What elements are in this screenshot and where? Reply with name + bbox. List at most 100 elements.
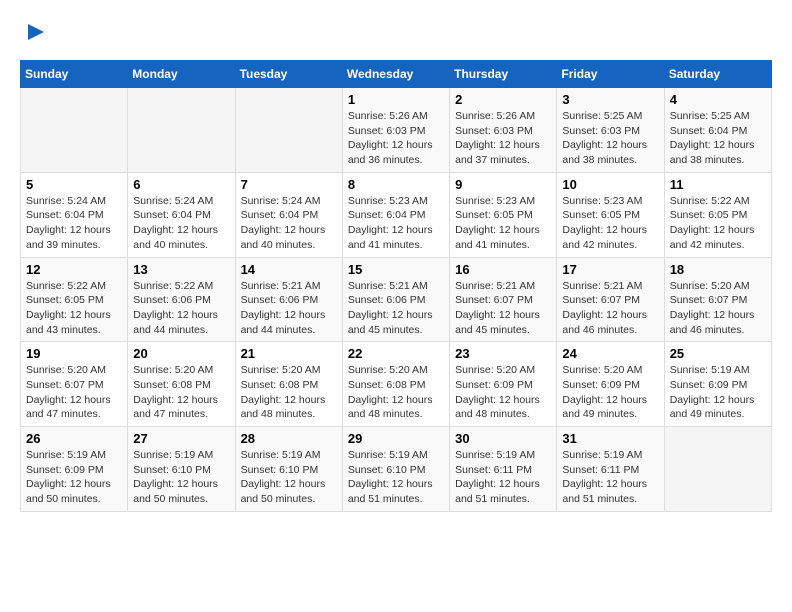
calendar-cell: 2 Sunrise: 5:26 AMSunset: 6:03 PMDaylight… xyxy=(450,88,557,173)
day-info: Sunrise: 5:24 AMSunset: 6:04 PMDaylight:… xyxy=(26,194,122,253)
calendar-cell: 19 Sunrise: 5:20 AMSunset: 6:07 PMDayligh… xyxy=(21,342,128,427)
day-info: Sunrise: 5:19 AMSunset: 6:09 PMDaylight:… xyxy=(670,363,766,422)
day-number: 14 xyxy=(241,262,337,277)
day-number: 9 xyxy=(455,177,551,192)
day-info: Sunrise: 5:23 AMSunset: 6:05 PMDaylight:… xyxy=(562,194,658,253)
day-info: Sunrise: 5:20 AMSunset: 6:09 PMDaylight:… xyxy=(562,363,658,422)
calendar-cell: 13Sunrise: 5:22 AMSunset: 6:06 PMDayligh… xyxy=(128,257,235,342)
day-info: Sunrise: 5:25 AMSunset: 6:03 PMDaylight:… xyxy=(562,109,658,168)
day-info: Sunrise: 5:20 AMSunset: 6:08 PMDaylight:… xyxy=(241,363,337,422)
day-number: 15 xyxy=(348,262,444,277)
day-number: 27 xyxy=(133,431,229,446)
day-info: Sunrise: 5:25 AMSunset: 6:04 PMDaylight:… xyxy=(670,109,766,168)
day-info: Sunrise: 5:20 AMSunset: 6:07 PMDaylight:… xyxy=(26,363,122,422)
page-header xyxy=(20,20,772,44)
day-info: Sunrise: 5:24 AMSunset: 6:04 PMDaylight:… xyxy=(133,194,229,253)
calendar-cell: 14 Sunrise: 5:21 AMSunset: 6:06 PMDayligh… xyxy=(235,257,342,342)
calendar-cell: 31Sunrise: 5:19 AMSunset: 6:11 PMDayligh… xyxy=(557,427,664,512)
calendar-table: SundayMondayTuesdayWednesdayThursdayFrid… xyxy=(20,60,772,512)
day-number: 8 xyxy=(348,177,444,192)
calendar-cell: 25 Sunrise: 5:19 AMSunset: 6:09 PMDayligh… xyxy=(664,342,771,427)
day-number: 2 xyxy=(455,92,551,107)
day-number: 21 xyxy=(241,346,337,361)
day-number: 31 xyxy=(562,431,658,446)
day-info: Sunrise: 5:26 AMSunset: 6:03 PMDaylight:… xyxy=(348,109,444,168)
day-number: 16 xyxy=(455,262,551,277)
calendar-cell: 24 Sunrise: 5:20 AMSunset: 6:09 PMDayligh… xyxy=(557,342,664,427)
week-row-5: 26 Sunrise: 5:19 AMSunset: 6:09 PMDayligh… xyxy=(21,427,772,512)
day-number: 19 xyxy=(26,346,122,361)
calendar-cell: 9Sunrise: 5:23 AMSunset: 6:05 PMDaylight… xyxy=(450,172,557,257)
logo-text xyxy=(20,20,48,44)
day-number: 7 xyxy=(241,177,337,192)
day-number: 6 xyxy=(133,177,229,192)
calendar-cell: 23 Sunrise: 5:20 AMSunset: 6:09 PMDayligh… xyxy=(450,342,557,427)
calendar-cell: 12Sunrise: 5:22 AMSunset: 6:05 PMDayligh… xyxy=(21,257,128,342)
logo xyxy=(20,20,48,44)
calendar-cell: 18 Sunrise: 5:20 AMSunset: 6:07 PMDayligh… xyxy=(664,257,771,342)
day-info: Sunrise: 5:19 AMSunset: 6:11 PMDaylight:… xyxy=(455,448,551,507)
calendar-cell xyxy=(235,88,342,173)
calendar-cell: 1Sunrise: 5:26 AMSunset: 6:03 PMDaylight… xyxy=(342,88,449,173)
day-info: Sunrise: 5:22 AMSunset: 6:06 PMDaylight:… xyxy=(133,279,229,338)
day-number: 22 xyxy=(348,346,444,361)
header-cell-wednesday: Wednesday xyxy=(342,61,449,88)
calendar-cell: 22 Sunrise: 5:20 AMSunset: 6:08 PMDayligh… xyxy=(342,342,449,427)
day-info: Sunrise: 5:21 AMSunset: 6:07 PMDaylight:… xyxy=(562,279,658,338)
calendar-cell xyxy=(21,88,128,173)
week-row-3: 12Sunrise: 5:22 AMSunset: 6:05 PMDayligh… xyxy=(21,257,772,342)
day-info: Sunrise: 5:21 AMSunset: 6:07 PMDaylight:… xyxy=(455,279,551,338)
calendar-header: SundayMondayTuesdayWednesdayThursdayFrid… xyxy=(21,61,772,88)
day-info: Sunrise: 5:21 AMSunset: 6:06 PMDaylight:… xyxy=(241,279,337,338)
calendar-cell: 21 Sunrise: 5:20 AMSunset: 6:08 PMDayligh… xyxy=(235,342,342,427)
day-number: 24 xyxy=(562,346,658,361)
calendar-cell: 11 Sunrise: 5:22 AMSunset: 6:05 PMDayligh… xyxy=(664,172,771,257)
day-info: Sunrise: 5:22 AMSunset: 6:05 PMDaylight:… xyxy=(26,279,122,338)
day-number: 18 xyxy=(670,262,766,277)
day-info: Sunrise: 5:20 AMSunset: 6:09 PMDaylight:… xyxy=(455,363,551,422)
week-row-1: 1Sunrise: 5:26 AMSunset: 6:03 PMDaylight… xyxy=(21,88,772,173)
calendar-cell: 20Sunrise: 5:20 AMSunset: 6:08 PMDayligh… xyxy=(128,342,235,427)
calendar-cell: 27Sunrise: 5:19 AMSunset: 6:10 PMDayligh… xyxy=(128,427,235,512)
header-cell-tuesday: Tuesday xyxy=(235,61,342,88)
day-info: Sunrise: 5:23 AMSunset: 6:04 PMDaylight:… xyxy=(348,194,444,253)
logo-icon xyxy=(24,20,48,44)
day-number: 28 xyxy=(241,431,337,446)
calendar-cell: 26 Sunrise: 5:19 AMSunset: 6:09 PMDayligh… xyxy=(21,427,128,512)
day-info: Sunrise: 5:21 AMSunset: 6:06 PMDaylight:… xyxy=(348,279,444,338)
day-number: 11 xyxy=(670,177,766,192)
day-number: 23 xyxy=(455,346,551,361)
day-number: 26 xyxy=(26,431,122,446)
day-number: 30 xyxy=(455,431,551,446)
day-number: 3 xyxy=(562,92,658,107)
calendar-cell: 17 Sunrise: 5:21 AMSunset: 6:07 PMDayligh… xyxy=(557,257,664,342)
header-cell-friday: Friday xyxy=(557,61,664,88)
calendar-cell: 30 Sunrise: 5:19 AMSunset: 6:11 PMDayligh… xyxy=(450,427,557,512)
day-info: Sunrise: 5:24 AMSunset: 6:04 PMDaylight:… xyxy=(241,194,337,253)
day-info: Sunrise: 5:19 AMSunset: 6:09 PMDaylight:… xyxy=(26,448,122,507)
day-number: 20 xyxy=(133,346,229,361)
header-cell-monday: Monday xyxy=(128,61,235,88)
day-info: Sunrise: 5:22 AMSunset: 6:05 PMDaylight:… xyxy=(670,194,766,253)
calendar-cell: 3 Sunrise: 5:25 AMSunset: 6:03 PMDaylight… xyxy=(557,88,664,173)
day-number: 4 xyxy=(670,92,766,107)
calendar-cell: 16 Sunrise: 5:21 AMSunset: 6:07 PMDayligh… xyxy=(450,257,557,342)
calendar-cell: 15 Sunrise: 5:21 AMSunset: 6:06 PMDayligh… xyxy=(342,257,449,342)
calendar-cell: 6 Sunrise: 5:24 AMSunset: 6:04 PMDaylight… xyxy=(128,172,235,257)
day-number: 5 xyxy=(26,177,122,192)
calendar-cell xyxy=(664,427,771,512)
day-info: Sunrise: 5:20 AMSunset: 6:08 PMDaylight:… xyxy=(348,363,444,422)
calendar-cell: 28 Sunrise: 5:19 AMSunset: 6:10 PMDayligh… xyxy=(235,427,342,512)
header-row: SundayMondayTuesdayWednesdayThursdayFrid… xyxy=(21,61,772,88)
day-info: Sunrise: 5:20 AMSunset: 6:07 PMDaylight:… xyxy=(670,279,766,338)
day-number: 25 xyxy=(670,346,766,361)
day-number: 17 xyxy=(562,262,658,277)
calendar-cell: 10 Sunrise: 5:23 AMSunset: 6:05 PMDayligh… xyxy=(557,172,664,257)
day-number: 10 xyxy=(562,177,658,192)
day-info: Sunrise: 5:19 AMSunset: 6:10 PMDaylight:… xyxy=(241,448,337,507)
day-info: Sunrise: 5:26 AMSunset: 6:03 PMDaylight:… xyxy=(455,109,551,168)
header-cell-sunday: Sunday xyxy=(21,61,128,88)
calendar-cell: 5 Sunrise: 5:24 AMSunset: 6:04 PMDaylight… xyxy=(21,172,128,257)
calendar-cell: 8 Sunrise: 5:23 AMSunset: 6:04 PMDaylight… xyxy=(342,172,449,257)
calendar-cell: 29Sunrise: 5:19 AMSunset: 6:10 PMDayligh… xyxy=(342,427,449,512)
